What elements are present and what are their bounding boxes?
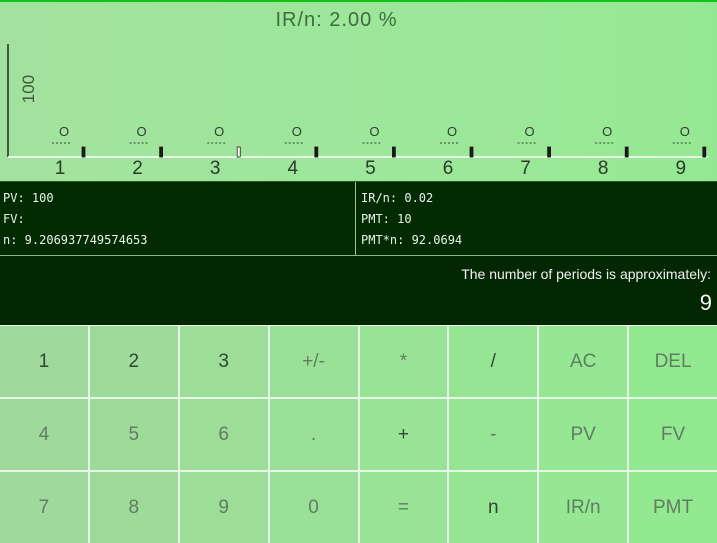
key-plus[interactable]: +: [359, 399, 448, 470]
period-chart: 100 1 O 2 O 3 O 4 O 5 O 6 O 7 O 8 O 9 O: [7, 44, 708, 179]
period-marker: O: [292, 124, 302, 139]
x-tick-label: 8: [598, 158, 609, 179]
key-4[interactable]: 4: [0, 399, 88, 470]
key-3[interactable]: 3: [179, 326, 268, 397]
period-bar: [236, 146, 241, 158]
key-8[interactable]: 8: [89, 472, 178, 543]
period-bar: [391, 146, 396, 158]
period-marker: O: [369, 124, 379, 139]
key-fv[interactable]: FV: [629, 399, 717, 470]
key-all-clear[interactable]: AC: [539, 326, 628, 397]
period-marker: O: [214, 124, 224, 139]
key-5[interactable]: 5: [89, 399, 178, 470]
key-decimal[interactable]: .: [269, 399, 358, 470]
period-marker: O: [447, 124, 457, 139]
period-marker: O: [602, 124, 612, 139]
key-delete[interactable]: DEL: [629, 326, 717, 397]
key-pv[interactable]: PV: [539, 399, 628, 470]
irn-readout: IR/n: 0.02: [361, 191, 434, 205]
key-1[interactable]: 1: [0, 326, 88, 397]
period-bar: [81, 146, 86, 158]
period-bar: [702, 146, 707, 158]
n-readout: n: 9.206937749574653: [3, 233, 148, 247]
y-axis-label: 100: [19, 75, 38, 103]
x-tick-label: 1: [55, 158, 66, 179]
chart-area: IR/n: 2.00 % 100 1 O 2 O 3 O 4 O 5 O 6 O 7 O 8 O 9 O: [0, 0, 717, 181]
info-right-column: IR/n: 0.02 PMT: 10 PMT*n: 92.0694: [356, 182, 717, 256]
x-tick-label: 3: [210, 158, 221, 179]
result-panel: The number of periods is approximately: …: [0, 255, 717, 325]
x-tick-label: 2: [132, 158, 143, 179]
result-value: 9: [699, 290, 712, 315]
key-divide[interactable]: /: [449, 326, 538, 397]
x-tick-label: 4: [288, 158, 299, 179]
pmtn-readout: PMT*n: 92.0694: [361, 233, 463, 247]
key-pmt[interactable]: PMT: [629, 472, 717, 543]
pmt-readout: PMT: 10: [361, 212, 412, 226]
key-equals[interactable]: =: [359, 472, 448, 543]
key-negate[interactable]: +/-: [269, 326, 358, 397]
key-n[interactable]: n: [449, 472, 538, 543]
period-bar: [547, 146, 551, 158]
key-7[interactable]: 7: [0, 472, 88, 543]
key-0[interactable]: 0: [269, 472, 358, 543]
keypad: 1 2 3 +/- * / AC DEL 4 5 6 . + - PV FV 7…: [0, 325, 717, 543]
key-9[interactable]: 9: [179, 472, 268, 543]
period-marker: O: [137, 124, 147, 139]
key-6[interactable]: 6: [179, 399, 268, 470]
x-tick-label: 9: [676, 158, 687, 179]
period-bar: [159, 146, 164, 158]
info-left-column: PV: 100 FV: n: 9.206937749574653: [0, 182, 356, 256]
period-marker: O: [59, 124, 69, 139]
period-bar: [469, 146, 474, 158]
period-marker: O: [525, 124, 535, 139]
fv-readout: FV:: [3, 212, 25, 226]
x-tick-label: 6: [443, 158, 454, 179]
x-tick-label: 5: [365, 158, 376, 179]
result-label: The number of periods is approximately:: [461, 266, 711, 282]
period-bar: [314, 146, 319, 158]
pv-readout: PV: 100: [3, 191, 54, 205]
key-irn[interactable]: IR/n: [539, 472, 628, 543]
key-multiply[interactable]: *: [359, 326, 448, 397]
period-bar: [624, 146, 629, 158]
period-marker: O: [680, 124, 690, 139]
key-2[interactable]: 2: [89, 326, 178, 397]
x-tick-label: 7: [520, 158, 531, 179]
info-panel: PV: 100 FV: n: 9.206937749574653 IR/n: 0…: [0, 181, 717, 256]
key-minus[interactable]: -: [449, 399, 538, 470]
